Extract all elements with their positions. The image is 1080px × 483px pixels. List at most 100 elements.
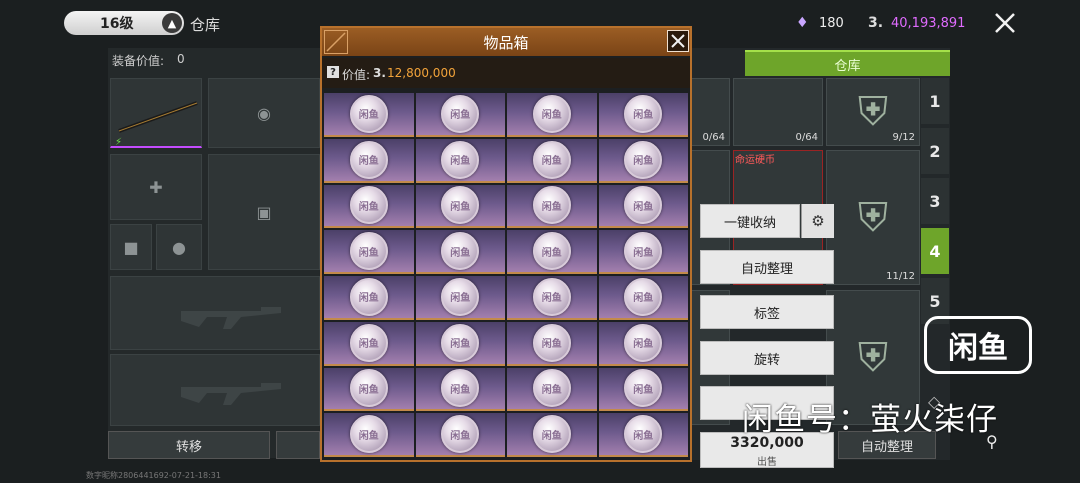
- fate-coin-icon: 闲鱼: [441, 232, 480, 271]
- close-icon[interactable]: [992, 10, 1018, 36]
- warehouse-item[interactable]: 0/64: [733, 78, 823, 146]
- item-cell[interactable]: 闲鱼: [598, 138, 688, 183]
- slot-secondary-weapon[interactable]: [110, 354, 320, 426]
- page-tab-1[interactable]: 1: [921, 78, 949, 124]
- fate-coin-icon: 闲鱼: [624, 232, 663, 271]
- fate-coin-icon: 闲鱼: [441, 186, 480, 225]
- item-cell[interactable]: 闲鱼: [598, 413, 688, 457]
- page-tab-3[interactable]: 3: [921, 178, 949, 224]
- item-cell[interactable]: 闲鱼: [324, 230, 414, 274]
- fate-coin-icon: 闲鱼: [532, 140, 571, 179]
- item-cell[interactable]: 闲鱼: [324, 321, 414, 366]
- item-cell[interactable]: 闲鱼: [507, 184, 597, 229]
- fate-coin-icon: 闲鱼: [349, 369, 388, 408]
- dialog-title: 物品箱: [322, 28, 690, 56]
- item-cell[interactable]: 闲鱼: [415, 93, 505, 137]
- fate-coin-icon: 闲鱼: [624, 140, 663, 179]
- warehouse-item[interactable]: ⛨ 9/12: [826, 78, 920, 146]
- fate-coin-icon: 闲鱼: [349, 277, 388, 316]
- value-label: 价值:: [342, 68, 371, 82]
- transfer-button[interactable]: 转移: [108, 431, 270, 459]
- fate-coin-icon: 闲鱼: [532, 323, 571, 362]
- item-cell[interactable]: 闲鱼: [507, 367, 597, 412]
- fate-coin-icon: 闲鱼: [349, 140, 388, 179]
- grenade-icon: ●: [172, 237, 186, 257]
- item-cell[interactable]: 闲鱼: [598, 93, 688, 137]
- secondary-button[interactable]: [276, 431, 320, 459]
- item-cell[interactable]: 闲鱼: [507, 230, 597, 274]
- equipment-value: 0: [177, 52, 185, 66]
- coin-icon: 3.: [373, 66, 386, 80]
- page-title: 仓库: [190, 16, 221, 34]
- item-cell[interactable]: 闲鱼: [598, 276, 688, 320]
- quick-store-button[interactable]: 一键收纳: [700, 204, 800, 238]
- item-grid: 闲鱼 闲鱼 闲鱼 闲鱼 闲鱼 闲鱼 闲鱼 闲鱼 闲鱼 闲鱼 闲鱼 闲鱼 闲鱼 闲鱼 闲鱼 闲鱼 闲鱼 闲鱼 闲鱼 闲鱼…: [324, 93, 688, 457]
- fate-coin-icon: 闲鱼: [532, 277, 571, 316]
- expand-icon[interactable]: [324, 30, 348, 54]
- level-up-icon[interactable]: ▲: [162, 13, 182, 33]
- rotate-button[interactable]: 旋转: [700, 341, 834, 375]
- gear-icon[interactable]: ⚙: [801, 204, 834, 238]
- item-cell[interactable]: 闲鱼: [324, 413, 414, 457]
- warehouse-item[interactable]: ⛨ 11/12: [826, 150, 920, 285]
- fate-coin-icon: 闲鱼: [441, 94, 480, 133]
- fate-coin-icon: 闲鱼: [441, 277, 480, 316]
- rifle-icon: [181, 383, 281, 405]
- item-cell[interactable]: 闲鱼: [507, 93, 597, 137]
- item-count: 0/64: [795, 132, 818, 143]
- fate-coin-icon: 闲鱼: [532, 232, 571, 271]
- fate-coin-icon: 闲鱼: [349, 94, 388, 133]
- item-cell[interactable]: 闲鱼: [324, 367, 414, 412]
- item-cell[interactable]: 闲鱼: [507, 138, 597, 183]
- item-cell[interactable]: 闲鱼: [598, 321, 688, 366]
- item-cell[interactable]: 闲鱼: [598, 230, 688, 274]
- item-cell[interactable]: 闲鱼: [415, 276, 505, 320]
- diamond-icon: ♦: [796, 15, 809, 31]
- item-cell[interactable]: 闲鱼: [415, 138, 505, 183]
- slot-armor[interactable]: ■: [110, 224, 152, 270]
- item-cell[interactable]: 闲鱼: [415, 367, 505, 412]
- close-icon[interactable]: [667, 30, 689, 52]
- helmet-icon: ◉: [257, 103, 271, 123]
- page-tab-2[interactable]: 2: [921, 128, 949, 174]
- item-cell[interactable]: 闲鱼: [324, 184, 414, 229]
- watermark-logo: 闲鱼: [924, 316, 1032, 374]
- level-text: 16级: [100, 16, 134, 32]
- slot-backpack[interactable]: ▣: [208, 154, 320, 270]
- item-cell[interactable]: 闲鱼: [598, 367, 688, 412]
- slot-medkit[interactable]: ✚: [110, 154, 202, 220]
- auto-sort-button[interactable]: 自动整理: [700, 250, 834, 284]
- warehouse-item[interactable]: 0/64: [690, 78, 730, 146]
- item-cell[interactable]: 闲鱼: [507, 321, 597, 366]
- value-amount: 12,800,000: [387, 66, 456, 80]
- item-count: 11/12: [886, 271, 915, 282]
- fate-coin-icon: 闲鱼: [624, 186, 663, 225]
- page-tab-4[interactable]: 4: [921, 228, 949, 274]
- tab-warehouse[interactable]: 仓库: [745, 50, 950, 76]
- slot-primary-weapon[interactable]: [110, 276, 320, 350]
- tag-button[interactable]: 标签: [700, 295, 834, 329]
- fate-coin-icon: 闲鱼: [624, 277, 663, 316]
- item-cell[interactable]: 闲鱼: [324, 138, 414, 183]
- item-count: 0/64: [702, 132, 725, 143]
- slot-grenade[interactable]: ●: [156, 224, 202, 270]
- item-cell[interactable]: 闲鱼: [415, 321, 505, 366]
- slot-melee-weapon[interactable]: ⚡: [110, 78, 202, 148]
- fate-coin-icon: 闲鱼: [532, 415, 571, 454]
- item-cell[interactable]: 闲鱼: [507, 413, 597, 457]
- coin-icon: 3.: [868, 15, 884, 31]
- help-icon[interactable]: ?: [327, 66, 339, 78]
- fate-coin-icon: 闲鱼: [624, 323, 663, 362]
- item-cell[interactable]: 闲鱼: [415, 230, 505, 274]
- fate-coin-icon: 闲鱼: [441, 369, 480, 408]
- item-cell[interactable]: 闲鱼: [324, 93, 414, 137]
- fate-coin-icon: 闲鱼: [349, 323, 388, 362]
- item-cell[interactable]: 闲鱼: [598, 184, 688, 229]
- item-count: 9/12: [892, 132, 915, 143]
- item-cell[interactable]: 闲鱼: [507, 276, 597, 320]
- rifle-icon: [181, 307, 281, 329]
- item-cell[interactable]: 闲鱼: [324, 276, 414, 320]
- item-cell[interactable]: 闲鱼: [415, 413, 505, 457]
- item-cell[interactable]: 闲鱼: [415, 184, 505, 229]
- slot-helmet[interactable]: ◉: [208, 78, 320, 148]
